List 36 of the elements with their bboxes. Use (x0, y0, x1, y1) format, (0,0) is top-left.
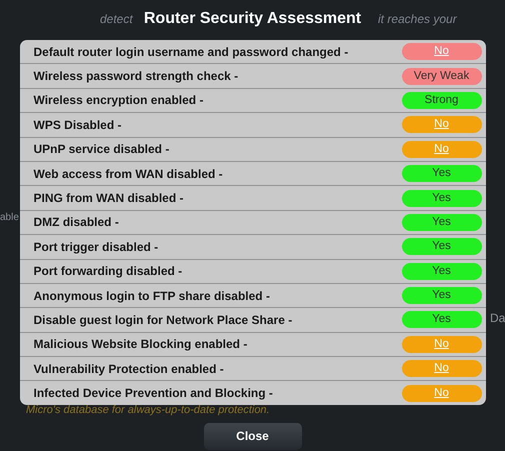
check-label: DMZ disabled - (34, 215, 119, 230)
status-badge: Yes (402, 214, 482, 231)
check-label: Wireless password strength check - (34, 69, 238, 84)
status-link[interactable]: No (402, 384, 482, 402)
check-label: PING from WAN disabled - (34, 191, 184, 206)
status-badge: Yes (402, 311, 482, 328)
status-badge: Yes (402, 238, 482, 256)
check-label: Vulnerability Protection enabled - (34, 362, 224, 376)
check-label: Port forwarding disabled - (34, 264, 182, 278)
close-button[interactable]: Close (204, 422, 302, 450)
check-label: Default router login username and password changed - (34, 44, 348, 59)
background-text: able (0, 212, 19, 223)
check-label: Disable guest login for Network Place Share - (34, 312, 292, 327)
check-label: WPS Disabled - (34, 118, 122, 132)
status-badge: Yes (402, 190, 482, 207)
status-badge: Yes (402, 165, 482, 182)
background-text: detect (100, 12, 133, 26)
status-badge: Strong (402, 92, 482, 109)
background-text: Da (490, 311, 505, 325)
status-badge: Very Weak (402, 68, 482, 85)
check-label: UPnP service disabled - (34, 142, 170, 156)
background-text: Micro's database for always-up-to-date protection. (26, 404, 270, 416)
background-text: it reaches your (378, 12, 457, 26)
check-label: Web access from WAN disabled - (34, 166, 223, 181)
check-label: Wireless encryption enabled - (34, 93, 204, 108)
check-label: Infected Device Prevention and Blocking - (34, 386, 273, 400)
status-link[interactable]: No (402, 43, 482, 60)
check-label: Anonymous login to FTP share disabled - (34, 288, 270, 303)
status-link[interactable]: No (402, 360, 482, 378)
status-badge: Yes (402, 287, 482, 304)
check-label: Port trigger disabled - (34, 240, 158, 254)
status-link[interactable]: No (402, 336, 482, 353)
status-link[interactable]: No (402, 140, 482, 158)
status-link[interactable]: No (402, 116, 482, 134)
status-badge: Yes (402, 262, 482, 280)
check-label: Malicious Website Blocking enabled - (34, 337, 248, 352)
